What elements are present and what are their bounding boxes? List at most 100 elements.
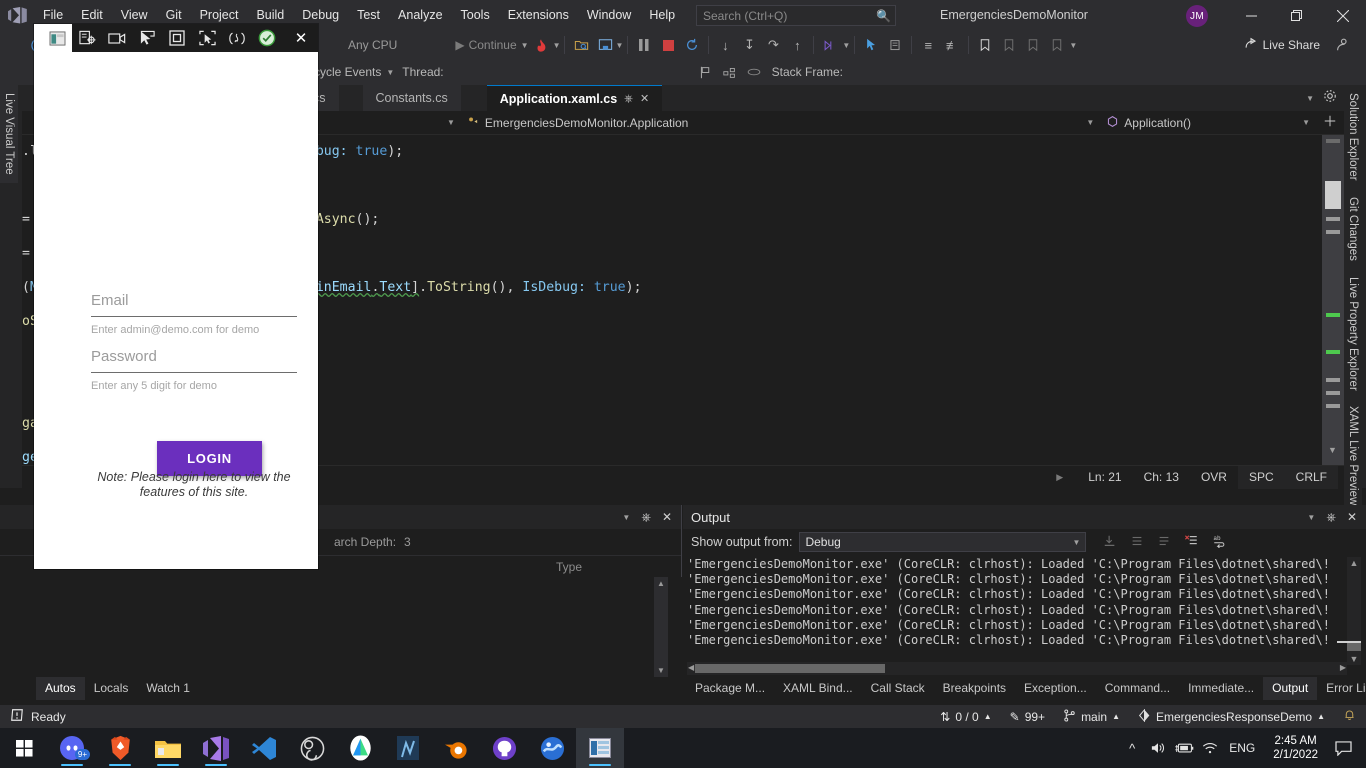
email-label[interactable]: Email	[91, 292, 297, 309]
chevron-down-icon[interactable]: ▼	[1073, 538, 1081, 547]
panel-menu-chevron-icon[interactable]: ▼	[1307, 513, 1315, 522]
volume-icon[interactable]	[1145, 728, 1171, 768]
select-element-icon[interactable]	[72, 24, 102, 52]
panel-tab-call-stack[interactable]: Call Stack	[862, 677, 934, 700]
clear-pane-left-icon[interactable]	[1130, 534, 1144, 551]
restore-button[interactable]	[1274, 0, 1320, 31]
outline-icon[interactable]	[162, 24, 192, 52]
live-share-button[interactable]: Live Share	[1244, 31, 1320, 59]
autos-rows[interactable]	[0, 577, 682, 677]
wifi-icon[interactable]	[1197, 728, 1223, 768]
output-horizontal-scrollbar[interactable]: ◀ ▶	[687, 662, 1347, 675]
member-scope-dropdown[interactable]: Application()	[1106, 111, 1191, 135]
show-next-statement-icon[interactable]	[819, 34, 841, 56]
pause-icon[interactable]	[633, 34, 655, 56]
status-line-endings[interactable]: CRLF	[1284, 465, 1338, 489]
flag-icon[interactable]	[695, 61, 717, 83]
pin-icon[interactable]: ⎈	[624, 86, 633, 112]
scroll-down-arrow-icon[interactable]: ▼	[657, 666, 665, 675]
bookmark-icon[interactable]	[974, 34, 996, 56]
status-sync[interactable]: ⇅ 0 / 0 ▲	[940, 710, 991, 724]
outdent-icon[interactable]: ≢	[941, 34, 963, 56]
threads-icon[interactable]	[719, 61, 741, 83]
status-spaces[interactable]: SPC	[1237, 465, 1285, 489]
status-notifications[interactable]	[1343, 708, 1356, 725]
panel-tab-exceptions[interactable]: Exception...	[1015, 677, 1096, 700]
dock-tab-git-changes[interactable]: Git Changes	[1344, 188, 1362, 269]
taskbar-item-visual-studio[interactable]	[192, 728, 240, 768]
menu-extensions[interactable]: Extensions	[499, 0, 578, 31]
close-icon[interactable]: ✕	[640, 86, 649, 112]
scroll-up-arrow-icon[interactable]: ▲	[1350, 557, 1359, 569]
scroll-left-arrow-icon[interactable]: ◀	[688, 663, 694, 672]
output-vertical-scrollbar[interactable]: ▲ ▼	[1347, 557, 1361, 665]
panel-tab-breakpoints[interactable]: Breakpoints	[934, 677, 1015, 700]
scroll-down-arrow-icon[interactable]: ▼	[1350, 653, 1359, 665]
taskbar-item-krita[interactable]	[384, 728, 432, 768]
scroll-right-arrow-icon[interactable]: ▶	[1340, 663, 1346, 672]
panel-tab-output[interactable]: Output	[1263, 677, 1318, 700]
pin-icon[interactable]: ⎈	[1326, 510, 1336, 525]
step-up-icon[interactable]: ↑	[786, 34, 808, 56]
panel-tab-autos[interactable]: Autos	[36, 677, 85, 700]
scroll-thumb[interactable]	[695, 664, 885, 673]
menu-tools[interactable]: Tools	[452, 0, 499, 31]
taskbar-item-github-desktop[interactable]	[480, 728, 528, 768]
scroll-down-arrow-icon[interactable]: ▼	[1328, 445, 1337, 455]
status-branch[interactable]: main ▲	[1063, 708, 1120, 725]
menu-test[interactable]: Test	[348, 0, 389, 31]
indent-icon[interactable]: ≡	[917, 34, 939, 56]
panel-tab-immediate-window[interactable]: Immediate...	[1179, 677, 1263, 700]
autos-vertical-scrollbar[interactable]: ▲ ▼	[654, 577, 668, 677]
comment-icon[interactable]	[884, 34, 906, 56]
status-pending-changes[interactable]: ✎ 99+	[1010, 710, 1045, 724]
panel-tab-command-window[interactable]: Command...	[1096, 677, 1179, 700]
editor-vertical-scrollbar[interactable]: ▼	[1322, 135, 1344, 465]
action-center-icon[interactable]	[1326, 728, 1360, 768]
taskbar-item-file-explorer[interactable]	[144, 728, 192, 768]
scroll-thumb[interactable]	[1325, 181, 1341, 209]
close-icon[interactable]: ✕	[1347, 510, 1357, 524]
chevron-up-icon[interactable]: ▲	[1317, 712, 1325, 721]
lifecycle-events-label[interactable]: cycle Events	[314, 65, 381, 79]
panel-tab-error-list[interactable]: Error List	[1317, 677, 1366, 700]
restart-icon[interactable]	[681, 34, 703, 56]
stop-icon[interactable]	[657, 34, 679, 56]
step-into-icon[interactable]: ↓	[714, 34, 736, 56]
previous-bookmark-icon[interactable]	[1022, 34, 1044, 56]
panel-menu-chevron-icon[interactable]: ▼	[622, 513, 630, 522]
panel-tab-watch-1[interactable]: Watch 1	[137, 677, 199, 700]
taskbar-item-discord[interactable]: 9+	[48, 728, 96, 768]
hot-reload-icon[interactable]	[222, 24, 252, 52]
panel-tab-locals[interactable]: Locals	[85, 677, 138, 700]
panel-tab-xaml-binding[interactable]: XAML Bind...	[774, 677, 862, 700]
chevron-down-icon[interactable]: ▼	[521, 41, 529, 50]
project-scope-chevron-icon[interactable]: ▼	[447, 118, 455, 127]
editor-tab-constants[interactable]: Constants.cs	[362, 85, 461, 111]
select-frame-icon[interactable]	[192, 24, 222, 52]
dock-tab-xaml-live-preview[interactable]: XAML Live Preview	[1344, 398, 1362, 514]
step-over-icon[interactable]: ↧	[738, 34, 760, 56]
pointer-select-icon[interactable]	[860, 34, 882, 56]
type-scope-chevron-icon[interactable]: ▼	[1086, 118, 1094, 127]
taskbar-item-blender[interactable]	[432, 728, 480, 768]
platform-selector[interactable]: Any CPU	[342, 38, 403, 52]
output-text[interactable]: 'EmergenciesDemoMonitor.exe' (CoreCLR: c…	[687, 557, 1347, 665]
toggle-wordwrap-icon[interactable]	[1157, 534, 1171, 551]
close-icon[interactable]: ✕	[284, 24, 318, 52]
close-button[interactable]	[1320, 0, 1366, 31]
output-resize-grip[interactable]	[1337, 641, 1361, 643]
toggle-wordwrap-2-icon[interactable]: ab	[1212, 534, 1227, 551]
live-share-session-icon[interactable]	[1331, 34, 1353, 56]
chevron-up-icon[interactable]: ▲	[984, 712, 992, 721]
app-preview-icon[interactable]	[42, 24, 72, 52]
dock-tab-live-visual-tree[interactable]: Live Visual Tree	[0, 85, 18, 183]
next-bookmark-icon[interactable]	[998, 34, 1020, 56]
start-button[interactable]	[0, 728, 48, 768]
split-view-icon[interactable]	[1324, 115, 1336, 130]
scroll-up-arrow-icon[interactable]: ▲	[657, 579, 665, 588]
dock-tab-solution-explorer[interactable]: Solution Explorer	[1344, 85, 1362, 189]
editor-tab-application-xaml-cs[interactable]: Application.xaml.cs ⎈ ✕	[486, 85, 663, 112]
taskbar-item-demo-app[interactable]	[576, 728, 624, 768]
pointer-icon[interactable]	[132, 24, 162, 52]
